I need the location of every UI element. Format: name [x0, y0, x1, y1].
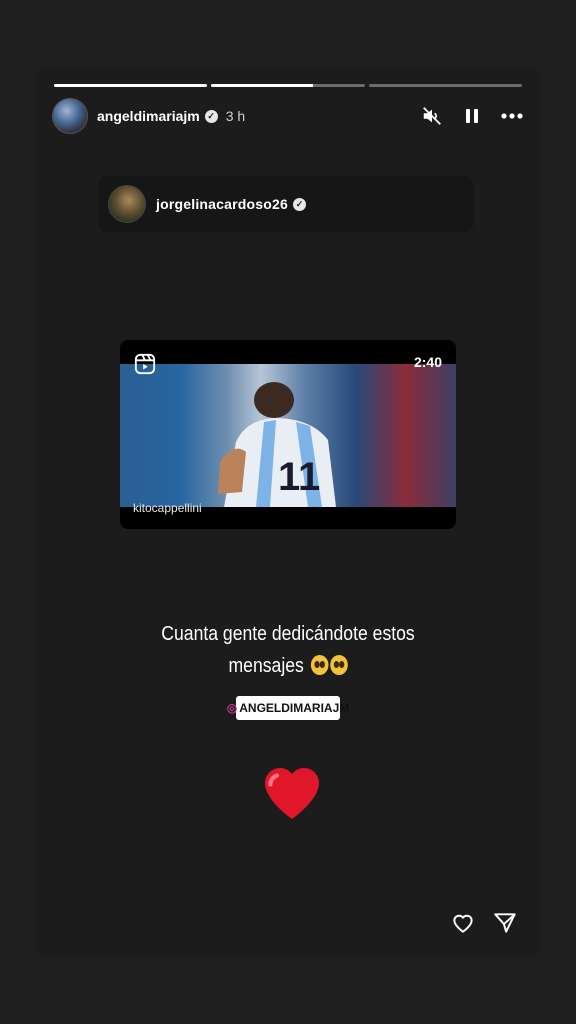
caption-line: Cuanta gente dedicándote estos [161, 623, 415, 645]
verified-badge-icon: ✓ [292, 197, 306, 211]
player-jersey-illustration: 11 [218, 382, 336, 507]
pause-icon [466, 109, 478, 123]
mention-sticker[interactable]: ◎ ANGELDIMARIAJM [227, 696, 349, 720]
repost-username[interactable]: jorgelinacardoso26 [156, 196, 288, 212]
pleading-face-emoji-icon [329, 655, 348, 675]
muted-speaker-icon [423, 107, 441, 125]
more-options-button[interactable] [500, 104, 524, 128]
mute-button[interactable] [420, 104, 444, 128]
more-icon [501, 113, 523, 119]
reel-preview[interactable]: 11 2:40 kitocappellini [120, 340, 456, 529]
video-credit: kitocappellini [133, 501, 202, 515]
heart-sticker-icon [265, 768, 319, 819]
story-viewer: angeldimariajm ✓ 3 h jorgelinacardoso26 … [38, 66, 538, 956]
pleading-face-emoji-icon [310, 655, 329, 675]
story-caption: Cuanta gente dedicándote estos mensajes [68, 618, 508, 682]
story-actions [450, 910, 518, 936]
video-duration: 2:40 [413, 354, 442, 370]
story-header: angeldimariajm ✓ 3 h [52, 98, 524, 134]
progress-segment [54, 84, 208, 87]
send-icon[interactable] [492, 910, 518, 936]
avatar[interactable] [52, 98, 88, 134]
verified-badge-icon: ✓ [204, 109, 218, 123]
repost-avatar[interactable] [108, 185, 146, 223]
story-time: 3 h [225, 108, 246, 124]
caption-line-2: mensajes [68, 650, 508, 682]
progress-segment [211, 84, 365, 87]
instagram-glyph-icon: ◎ [226, 701, 238, 715]
video-frame: 11 [120, 364, 456, 507]
story-username[interactable]: angeldimariajm [97, 108, 200, 124]
progress-segment [368, 84, 522, 87]
reels-icon [134, 353, 156, 375]
svg-text:11: 11 [278, 455, 320, 499]
story-progress [54, 84, 522, 87]
reposted-author[interactable]: jorgelinacardoso26 ✓ [98, 176, 474, 232]
pause-button[interactable] [460, 104, 484, 128]
like-heart-icon[interactable] [450, 910, 476, 936]
